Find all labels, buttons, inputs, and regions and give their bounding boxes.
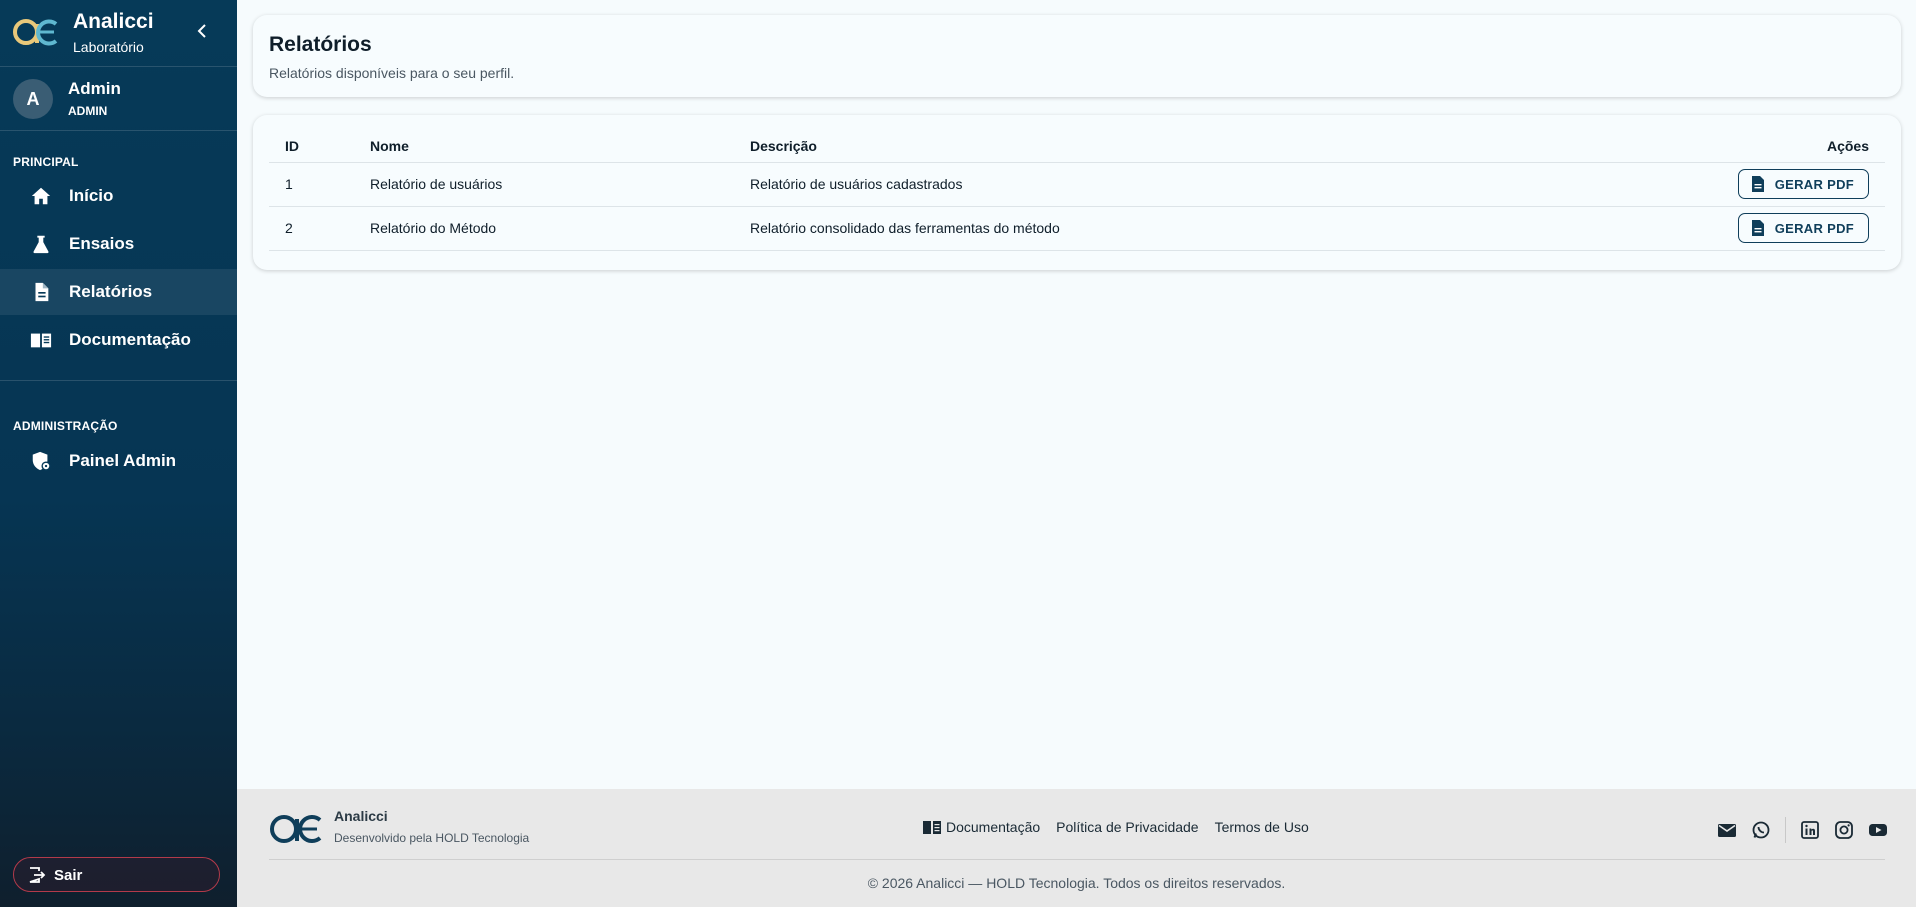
admin-shield-icon — [32, 451, 51, 471]
generate-pdf-button[interactable]: GERAR PDF — [1737, 169, 1869, 199]
footer-links: Documentação Política de Privacidade Ter… — [923, 819, 1309, 835]
logout-label: Sair — [54, 867, 83, 884]
youtube-icon[interactable] — [1868, 820, 1888, 840]
sidebar-item-documentacao[interactable]: Documentação — [0, 317, 237, 363]
generate-pdf-label: GERAR PDF — [1774, 220, 1854, 236]
column-header-nome: Nome — [370, 130, 750, 163]
section-label-principal: PRINCIPAL — [13, 155, 79, 169]
reports-table-card: ID Nome Descrição Ações 1 Relatório de u… — [253, 115, 1901, 270]
sidebar-item-ensaios[interactable]: Ensaios — [0, 221, 237, 267]
cell-acoes: GERAR PDF — [1519, 206, 1885, 251]
logout-icon — [29, 867, 46, 883]
footer-link-privacidade[interactable]: Política de Privacidade — [1056, 819, 1198, 835]
cell-descricao: Relatório consolidado das ferramentas do… — [750, 206, 1520, 251]
brand-subtitle: Laboratório — [73, 39, 144, 55]
document-icon — [35, 282, 49, 302]
footer-link-documentacao[interactable]: Documentação — [923, 819, 1040, 835]
reports-table: ID Nome Descrição Ações 1 Relatório de u… — [269, 130, 1885, 251]
social-separator — [1785, 817, 1786, 843]
user-name: Admin — [68, 79, 121, 98]
cell-id: 2 — [269, 206, 370, 251]
sidebar-item-inicio[interactable]: Início — [0, 173, 237, 219]
cell-descricao: Relatório de usuários cadastrados — [750, 162, 1520, 207]
book-icon — [30, 333, 52, 348]
sidebar-item-relatorios[interactable]: Relatórios — [0, 269, 237, 315]
column-header-id: ID — [269, 130, 370, 163]
analicci-logo-icon — [13, 19, 58, 46]
footer-brand-name: Analicci — [334, 808, 388, 824]
column-header-acoes: Ações — [1519, 130, 1885, 163]
home-icon — [31, 187, 51, 205]
sidebar: Analicci Laboratório A Admin ADMIN PRINC… — [0, 0, 237, 907]
sidebar-item-label: Relatórios — [69, 282, 153, 301]
linkedin-icon[interactable] — [1800, 820, 1820, 840]
page-header-card: Relatórios Relatórios disponíveis para o… — [253, 15, 1901, 97]
cell-id: 1 — [269, 162, 370, 207]
generate-pdf-button[interactable]: GERAR PDF — [1737, 213, 1869, 243]
cell-nome: Relatório do Método — [370, 206, 750, 251]
sidebar-item-painel-admin[interactable]: Painel Admin — [0, 438, 237, 484]
chevron-left-icon[interactable] — [192, 20, 214, 42]
page-title: Relatórios — [269, 33, 372, 56]
footer: Analicci Desenvolvido pela HOLD Tecnolog… — [237, 789, 1916, 907]
table-row: 1 Relatório de usuários Relatório de usu… — [269, 162, 1885, 207]
section-label-administracao: ADMINISTRAÇÃO — [13, 419, 118, 433]
user-role: ADMIN — [68, 104, 108, 118]
footer-link-label: Documentação — [946, 819, 1041, 835]
logout-button[interactable]: Sair — [13, 857, 220, 892]
footer-link-termos[interactable]: Termos de Uso — [1215, 819, 1309, 835]
user-profile: A Admin ADMIN — [0, 67, 237, 131]
analicci-footer-logo-icon — [270, 815, 322, 843]
cell-acoes: GERAR PDF — [1519, 162, 1885, 207]
book-icon — [923, 821, 941, 834]
sidebar-item-label: Ensaios — [69, 234, 135, 253]
table-header-row: ID Nome Descrição Ações — [269, 130, 1885, 163]
brand-name: Analicci — [73, 10, 154, 33]
brand-header: Analicci Laboratório — [0, 0, 237, 67]
page-subtitle: Relatórios disponíveis para o seu perfil… — [269, 65, 515, 81]
pdf-document-icon — [1751, 176, 1764, 192]
sidebar-item-label: Início — [69, 186, 114, 205]
flask-icon — [33, 235, 49, 254]
social-links — [1717, 817, 1902, 843]
sidebar-item-label: Documentação — [69, 330, 191, 349]
footer-developer: Desenvolvido pela HOLD Tecnologia — [334, 831, 530, 845]
copyright: © 2026 Analicci — HOLD Tecnologia. Todos… — [867, 875, 1286, 891]
cell-nome: Relatório de usuários — [370, 162, 750, 207]
email-icon[interactable] — [1717, 820, 1737, 840]
sidebar-item-label: Painel Admin — [69, 451, 177, 470]
whatsapp-icon[interactable] — [1751, 820, 1771, 840]
pdf-document-icon — [1751, 220, 1764, 236]
sidebar-divider — [0, 380, 237, 381]
avatar: A — [13, 79, 53, 119]
instagram-icon[interactable] — [1834, 820, 1854, 840]
footer-divider — [269, 859, 1885, 860]
column-header-descricao: Descrição — [750, 130, 1520, 163]
table-row: 2 Relatório do Método Relatório consolid… — [269, 206, 1885, 251]
generate-pdf-label: GERAR PDF — [1774, 176, 1854, 192]
